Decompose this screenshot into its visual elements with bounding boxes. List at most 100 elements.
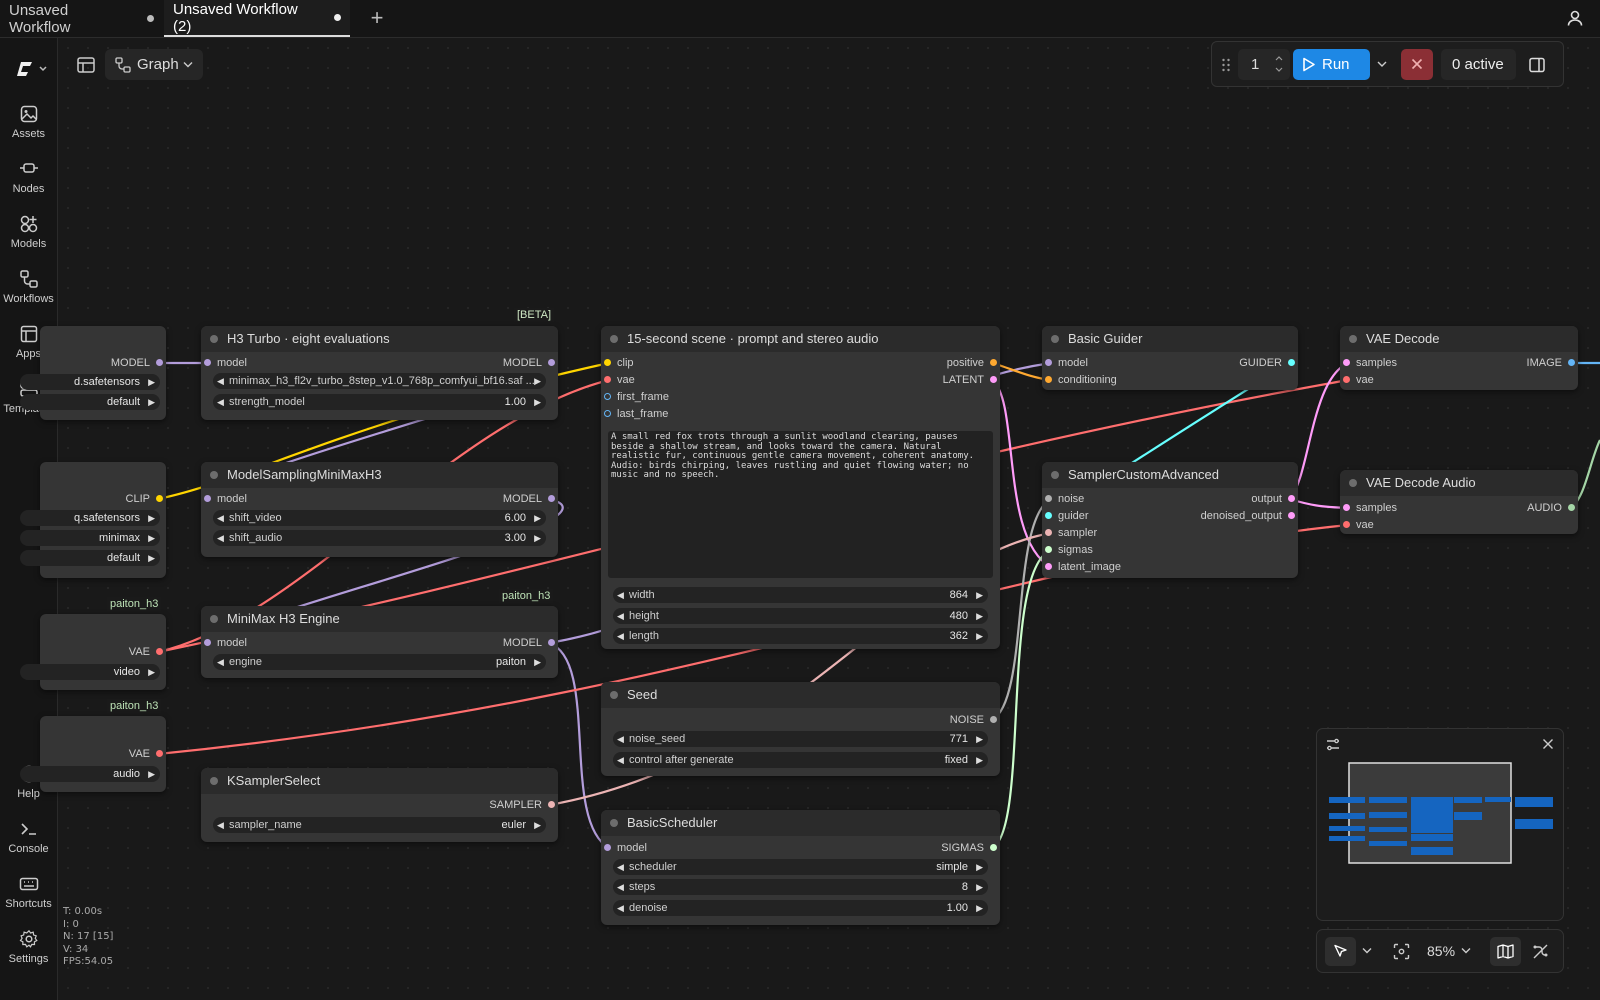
node-vae-loader-video[interactable]: VAE video ▶ [20, 614, 166, 690]
widget-steps[interactable]: ◀ steps 8 ▶ [613, 879, 988, 895]
output-slot-model[interactable]: MODEL [503, 636, 558, 650]
node-scene-prompt[interactable]: 15-second scene · prompt and stereo audi… [601, 326, 1000, 649]
widget-vae-type[interactable]: audio ▶ [20, 766, 160, 782]
queue-button[interactable]: 0 active [1441, 49, 1516, 80]
widget-clip-type[interactable]: minimax ▶ [20, 530, 160, 546]
input-slot-samples[interactable]: samples [1340, 356, 1397, 370]
sidebar-item-workflows[interactable]: Workflows [0, 269, 57, 305]
prompt-textarea[interactable]: A small red fox trots through a sunlit w… [608, 431, 993, 578]
drag-handle-icon[interactable] [1221, 58, 1231, 72]
widget-width[interactable]: ◀ width 864 ▶ [613, 587, 988, 603]
zoom-level[interactable]: 85% [1427, 943, 1455, 959]
node-model-sampling[interactable]: ModelSamplingMiniMaxH3 model MODEL ◀ shif… [201, 462, 558, 557]
tab-unsaved-workflow-2[interactable]: Unsaved Workflow (2) [164, 0, 350, 37]
node-basic-scheduler[interactable]: BasicScheduler model SIGMAS ◀ scheduler si… [601, 810, 1000, 925]
input-slot-first-frame[interactable]: first_frame [601, 390, 669, 404]
output-slot-vae[interactable]: VAE [40, 747, 166, 761]
input-slot-model[interactable]: model [201, 636, 247, 650]
input-slot-sampler[interactable]: sampler [1042, 526, 1097, 540]
new-tab-plus-icon[interactable]: + [367, 7, 387, 29]
tab-unsaved-workflow[interactable]: Unsaved Workflow [0, 0, 163, 37]
widget-scheduler[interactable]: ◀ scheduler simple ▶ [613, 859, 988, 875]
sidebar-item-assets[interactable]: Assets [0, 104, 57, 140]
input-slot-conditioning[interactable]: conditioning [1042, 373, 1117, 387]
sidebar-item-models[interactable]: Models [0, 214, 57, 250]
widget-clip-file[interactable]: q.safetensors ▶ [20, 510, 160, 526]
output-slot-sigmas[interactable]: SIGMAS [941, 841, 1000, 855]
widget-sampler-name[interactable]: ◀ sampler_name euler ▶ [213, 817, 546, 833]
minimap[interactable] [1316, 728, 1564, 921]
node-clip-loader[interactable]: CLIP q.safetensors ▶ minimax ▶ default ▶ [20, 462, 166, 578]
cancel-button[interactable] [1401, 49, 1433, 80]
input-slot-model[interactable]: model [201, 356, 247, 370]
output-slot-clip[interactable]: CLIP [40, 492, 166, 506]
output-slot-audio[interactable]: AUDIO [1527, 501, 1578, 515]
sidebar-item-shortcuts[interactable]: Shortcuts [0, 874, 57, 910]
widget-denoise[interactable]: ◀ denoise 1.00 ▶ [613, 900, 988, 916]
output-slot-positive[interactable]: positive [947, 356, 1000, 370]
output-slot-vae[interactable]: VAE [40, 645, 166, 659]
node-vae-decode-audio[interactable]: VAE Decode Audio samples vae AUDIO [1340, 470, 1578, 534]
widget-weight-dtype[interactable]: default ▶ [20, 394, 160, 410]
output-slot-image[interactable]: IMAGE [1527, 356, 1578, 370]
widget-shift-video[interactable]: ◀ shift_video 6.00 ▶ [213, 510, 546, 526]
widget-shift-audio[interactable]: ◀ shift_audio 3.00 ▶ [213, 530, 546, 546]
widget-vae-type[interactable]: video ▶ [20, 664, 160, 680]
node-h3-turbo[interactable]: H3 Turbo · eight evaluations model MODEL… [201, 326, 558, 420]
comfy-logo-icon[interactable] [12, 55, 48, 83]
output-slot-denoised[interactable]: denoised_output [1201, 509, 1298, 523]
node-ksampler-select[interactable]: KSamplerSelect SAMPLER ◀ sampler_name eule… [201, 768, 558, 842]
view-mode-dropdown[interactable]: Graph [105, 49, 203, 80]
close-minimap-icon[interactable] [1542, 738, 1554, 750]
widget-model-file[interactable]: d.safetensors ▶ [20, 374, 160, 390]
input-slot-vae[interactable]: vae [1340, 373, 1374, 387]
input-slot-latent-image[interactable]: latent_image [1042, 560, 1121, 574]
widget-height[interactable]: ◀ height 480 ▶ [613, 608, 988, 624]
stepper-icon[interactable] [1274, 54, 1284, 74]
widget-clip-device[interactable]: default ▶ [20, 550, 160, 566]
sidebar-item-settings[interactable]: Settings [0, 929, 57, 965]
input-slot-samples[interactable]: samples [1340, 501, 1397, 515]
sidebar-item-nodes[interactable]: Nodes [0, 159, 57, 195]
batch-count-input[interactable]: 1 [1238, 49, 1290, 80]
minimap-settings-icon[interactable] [1325, 737, 1341, 753]
output-slot-model[interactable]: MODEL [503, 356, 558, 370]
output-slot-noise[interactable]: NOISE [950, 713, 1000, 727]
right-panel-icon[interactable] [1528, 56, 1546, 74]
user-icon[interactable] [1566, 9, 1584, 27]
input-slot-noise[interactable]: noise [1042, 492, 1084, 506]
node-vae-loader-audio[interactable]: VAE audio ▶ [20, 716, 166, 792]
hide-links-icon[interactable] [1532, 943, 1549, 960]
widget-control-after-generate[interactable]: ◀ control after generate fixed ▶ [613, 752, 988, 768]
widget-engine[interactable]: ◀ engine paiton ▶ [213, 654, 546, 670]
output-slot-output[interactable]: output [1251, 492, 1298, 506]
run-button[interactable]: Run [1293, 49, 1370, 80]
widget-length[interactable]: ◀ length 362 ▶ [613, 628, 988, 644]
node-sampler-custom-advanced[interactable]: SamplerCustomAdvanced noise guider sampl… [1042, 462, 1298, 578]
node-basic-guider[interactable]: Basic Guider model conditioning GUIDER [1042, 326, 1298, 390]
node-model-loader[interactable]: MODEL d.safetensors ▶ default ▶ [20, 326, 166, 420]
input-slot-model[interactable]: model [1042, 356, 1088, 370]
output-slot-model[interactable]: MODEL [503, 492, 558, 506]
node-seed[interactable]: Seed NOISE ◀ noise_seed 771 ▶ ◀ control afte… [601, 682, 1000, 776]
output-slot-sampler[interactable]: SAMPLER [489, 798, 558, 812]
tool-chevron-down-icon[interactable] [1362, 947, 1372, 955]
toggle-minimap-button[interactable] [1490, 937, 1521, 966]
output-slot-latent[interactable]: LATENT [943, 373, 1000, 387]
input-slot-vae[interactable]: vae [601, 373, 635, 387]
zoom-chevron-down-icon[interactable] [1461, 947, 1471, 955]
sidebar-item-console[interactable]: Console [0, 819, 57, 855]
input-slot-model[interactable]: model [601, 841, 647, 855]
toggle-panel-icon[interactable] [74, 53, 98, 77]
widget-lora-name[interactable]: ◀ minimax_h3_fl2v_turbo_8step_v1.0_768p_c… [213, 373, 546, 389]
input-slot-clip[interactable]: clip [601, 356, 634, 370]
node-minimax-engine[interactable]: MiniMax H3 Engine model MODEL ◀ engine pai… [201, 606, 558, 678]
widget-strength-model[interactable]: ◀ strength_model 1.00 ▶ [213, 394, 546, 410]
input-slot-sigmas[interactable]: sigmas [1042, 543, 1093, 557]
run-options-chevron-icon[interactable] [1377, 59, 1387, 69]
widget-noise-seed[interactable]: ◀ noise_seed 771 ▶ [613, 731, 988, 747]
node-vae-decode[interactable]: VAE Decode samples vae IMAGE [1340, 326, 1578, 390]
output-slot-guider[interactable]: GUIDER [1239, 356, 1298, 370]
select-tool-button[interactable] [1325, 937, 1356, 966]
fit-view-icon[interactable] [1393, 943, 1410, 960]
